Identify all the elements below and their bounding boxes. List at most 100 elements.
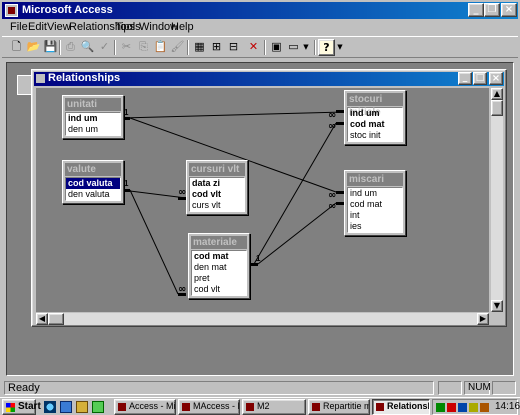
menu-view[interactable]: View	[47, 21, 71, 35]
table-title[interactable]: unitati	[65, 98, 121, 111]
new-icon[interactable]: 🗋	[8, 39, 25, 56]
task-button[interactable]: MAccess - M...	[178, 399, 240, 415]
tray-volume-icon[interactable]	[469, 403, 478, 412]
app-close-button[interactable]: ×	[501, 3, 517, 17]
field-list: ind um cod mat stoc init	[347, 107, 403, 142]
field-curs-vlt[interactable]: curs vlt	[190, 200, 244, 211]
horizontal-scrollbar[interactable]: ◀ ▶	[36, 313, 489, 325]
field-den-valuta[interactable]: den valuta	[66, 189, 120, 200]
app-minimize-button[interactable]: _	[468, 3, 484, 17]
access-app-icon[interactable]	[5, 4, 18, 17]
field-cod-vlt[interactable]: cod vlt	[192, 284, 246, 295]
table-title[interactable]: miscari	[347, 173, 403, 186]
database-window-icon[interactable]: ▣	[268, 39, 285, 56]
new-object-icon[interactable]: ▭	[285, 39, 302, 56]
format-painter-icon[interactable]: 🖌	[169, 39, 186, 56]
field-cod-mat[interactable]: cod mat	[192, 251, 246, 262]
show-all-icon[interactable]: ⊟	[225, 39, 242, 56]
field-int[interactable]: int	[348, 210, 402, 221]
table-valute[interactable]: valute cod valuta den valuta	[62, 160, 124, 204]
internet-explorer-icon[interactable]	[44, 401, 56, 413]
tray-language-icon[interactable]	[480, 403, 489, 412]
relationships-canvas[interactable]: 1 ∞ ∞ ∞ ∞ 1 ∞ ∞ 1 unitati ind um den um	[36, 88, 489, 312]
table-cursuri-vlt[interactable]: cursuri vlt data zi cod vlt curs vlt	[186, 160, 248, 215]
field-den-um[interactable]: den um	[66, 124, 120, 135]
field-ind-um[interactable]: ind um	[66, 113, 120, 124]
scroll-up-icon[interactable]: ▲	[491, 88, 503, 100]
field-den-mat[interactable]: den mat	[192, 262, 246, 273]
field-ind-um[interactable]: ind um	[348, 188, 402, 199]
rel-close-button[interactable]: ×	[489, 72, 503, 85]
table-title[interactable]: stocuri initiale	[347, 93, 403, 118]
paste-icon[interactable]: 📋	[152, 39, 169, 56]
relationship-valute-materiale[interactable]	[129, 189, 186, 296]
task-button[interactable]: Repartitie ma...	[308, 399, 370, 415]
outlook-icon[interactable]	[60, 401, 72, 413]
many-label: ∞	[178, 284, 186, 295]
show-desktop-icon[interactable]	[92, 401, 104, 413]
print-preview-icon[interactable]: 🔍	[79, 39, 96, 56]
copy-icon[interactable]: ⎘	[135, 39, 152, 56]
menu-tools[interactable]: Tools	[115, 21, 141, 35]
new-object-dropdown-icon[interactable]: ▼	[302, 39, 310, 56]
toolbar-separator	[59, 40, 61, 55]
scroll-left-icon[interactable]: ◀	[36, 313, 48, 325]
show-table-icon[interactable]: ▦	[191, 39, 208, 56]
menu-edit[interactable]: Edit	[28, 21, 47, 35]
start-button[interactable]: Start	[2, 399, 41, 415]
size-grip[interactable]	[491, 313, 503, 325]
rel-minimize-button[interactable]: _	[458, 72, 472, 85]
field-cod-vlt[interactable]: cod vlt	[190, 189, 244, 200]
toolbar-separator	[314, 40, 316, 55]
cut-icon[interactable]: ✂	[118, 39, 135, 56]
rel-maximize-button[interactable]: □	[473, 72, 487, 85]
task-button[interactable]: Access - Mic...	[114, 399, 176, 415]
task-button[interactable]: M2	[242, 399, 306, 415]
app-restore-button[interactable]: ❐	[484, 3, 500, 17]
field-data-zi[interactable]: data zi	[190, 178, 244, 189]
field-cod-mat[interactable]: cod mat	[348, 119, 402, 130]
table-unitati[interactable]: unitati ind um den um	[62, 95, 124, 139]
table-stocuri-initiale[interactable]: stocuri initiale ind um cod mat stoc ini…	[344, 90, 406, 145]
relationships-title-bar[interactable]: Relationships _ □ ×	[34, 72, 504, 86]
relationship-unitati-stocuri[interactable]	[121, 110, 345, 120]
spelling-icon[interactable]: ✓	[96, 39, 113, 56]
table-title[interactable]: materiale	[191, 236, 247, 249]
print-icon[interactable]: ⎙	[62, 39, 79, 56]
scroll-down-icon[interactable]: ▼	[491, 300, 503, 312]
menu-file[interactable]: File	[10, 21, 28, 35]
tray-monitor-icon[interactable]	[458, 403, 467, 412]
task-button-active[interactable]: Relationsh...	[372, 399, 430, 415]
table-title[interactable]: cursuri vlt	[189, 163, 245, 176]
tray-antivirus-icon[interactable]	[447, 403, 456, 412]
field-cod-valuta[interactable]: cod valuta	[66, 178, 120, 189]
relationships-window-icon[interactable]	[36, 74, 45, 83]
table-miscari[interactable]: miscari ind um cod mat int ies	[344, 170, 406, 236]
status-text: Ready	[4, 381, 434, 395]
field-list: data zi cod vlt curs vlt	[189, 177, 245, 212]
field-ind-um[interactable]: ind um	[348, 108, 402, 119]
delete-icon[interactable]: ✕	[245, 39, 262, 56]
vertical-scroll-thumb[interactable]	[491, 100, 503, 116]
save-icon[interactable]: 💾	[42, 39, 59, 56]
many-label: ∞	[328, 201, 336, 212]
assistant-dropdown-icon[interactable]: ▼	[336, 39, 344, 56]
open-icon[interactable]: 📂	[25, 39, 42, 56]
toolbar: 🗋 📂 💾 ⎙ 🔍 ✓ ✂ ⎘ 📋 🖌 ▦ ⊞ ⊟ ✕ ▣ ▭ ▼ ? ▼	[2, 36, 518, 58]
field-pret[interactable]: pret	[192, 273, 246, 284]
field-stoc-init[interactable]: stoc init	[348, 130, 402, 141]
vertical-scrollbar[interactable]: ▲ ▼	[491, 88, 503, 312]
office-assistant-icon[interactable]: ?	[318, 39, 335, 56]
horizontal-scroll-thumb[interactable]	[48, 313, 64, 325]
table-title[interactable]: valute	[65, 163, 121, 176]
tray-network-icon[interactable]	[436, 403, 445, 412]
show-direct-icon[interactable]: ⊞	[208, 39, 225, 56]
field-cod-mat[interactable]: cod mat	[348, 199, 402, 210]
explorer-icon[interactable]	[76, 401, 88, 413]
scroll-right-icon[interactable]: ▶	[477, 313, 489, 325]
table-materiale[interactable]: materiale cod mat den mat pret cod vlt	[188, 233, 250, 299]
app-title-bar[interactable]: Microsoft Access _ ❐ ×	[2, 2, 518, 19]
field-ies[interactable]: ies	[348, 221, 402, 232]
system-tray: 14:16	[432, 399, 520, 415]
menu-help[interactable]: Help	[171, 21, 194, 35]
